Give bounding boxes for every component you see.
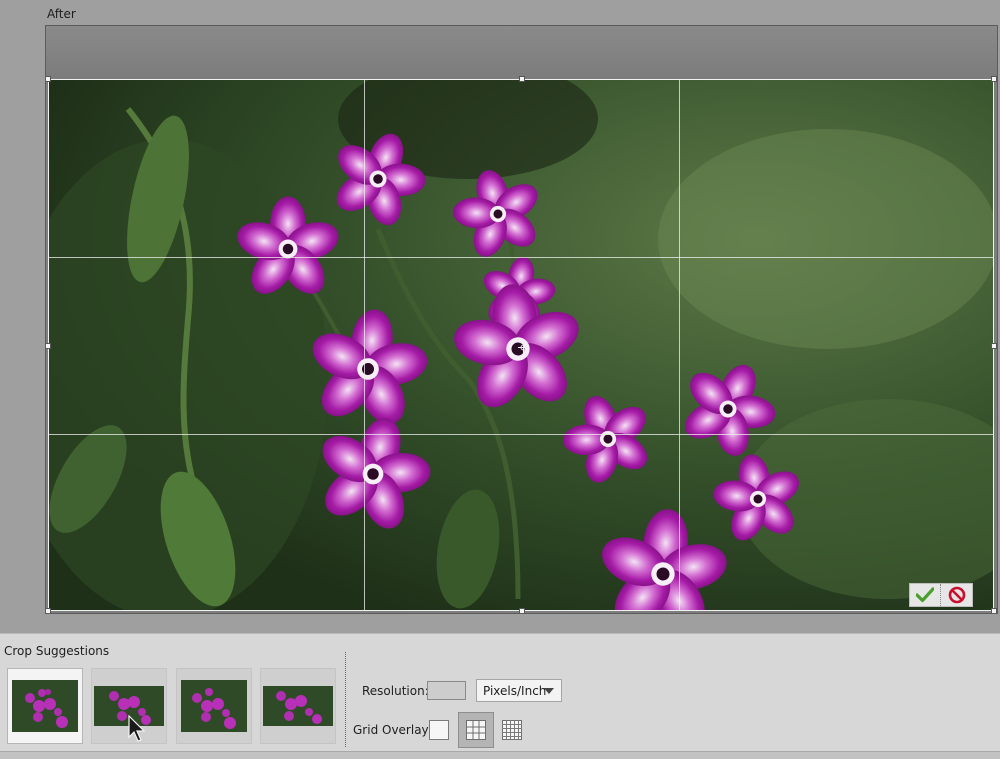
grid-line <box>364 80 365 610</box>
commit-crop-button[interactable] <box>910 584 940 606</box>
grid-line <box>679 80 680 610</box>
crop-handle-bottom-left[interactable] <box>46 608 51 613</box>
crop-commit-controls <box>909 583 973 607</box>
chevron-down-icon <box>544 688 554 694</box>
crop-handle-bottom[interactable] <box>519 608 525 613</box>
after-view-label: After <box>47 7 76 21</box>
crop-rectangle[interactable] <box>46 76 997 613</box>
crop-handle-top-left[interactable] <box>46 76 51 82</box>
cancel-crop-button[interactable] <box>942 584 972 606</box>
blank-square-icon <box>429 720 449 740</box>
crop-handle-top-right[interactable] <box>991 76 997 82</box>
crop-suggestion-4[interactable] <box>260 668 336 744</box>
cropped-out-area <box>46 26 997 78</box>
resolution-input[interactable] <box>427 681 466 700</box>
grid-fine-button[interactable] <box>494 712 530 748</box>
crop-handle-left[interactable] <box>46 343 51 349</box>
suggestion-thumbnail <box>181 680 247 732</box>
image-canvas[interactable] <box>45 25 998 614</box>
fine-grid-icon <box>502 720 522 740</box>
checkmark-icon <box>916 587 934 603</box>
crop-handle-bottom-right[interactable] <box>991 608 997 613</box>
crop-suggestion-1[interactable] <box>7 668 83 744</box>
grid-none-button[interactable] <box>421 712 457 748</box>
suggestion-thumbnail <box>12 680 78 732</box>
crop-handle-right[interactable] <box>991 343 997 349</box>
grid-thirds-button[interactable] <box>458 712 494 748</box>
crop-handle-top[interactable] <box>519 76 525 82</box>
suggestion-thumbnail <box>263 686 333 726</box>
resolution-unit-select[interactable]: Pixels/Inch <box>476 679 562 702</box>
crop-suggestion-3[interactable] <box>176 668 252 744</box>
crop-center-icon <box>518 342 529 353</box>
no-entry-icon <box>948 586 966 604</box>
mouse-pointer-icon <box>128 715 146 742</box>
grid-line <box>49 434 993 435</box>
resolution-label: Resolution: <box>362 684 429 698</box>
crop-suggestions-title: Crop Suggestions <box>4 644 110 658</box>
tool-options-panel: Crop Suggestions Resolution: Pixels/Inch… <box>0 633 1000 751</box>
grid-line <box>49 257 993 258</box>
rule-of-thirds-grid-icon <box>466 720 486 740</box>
grid-overlay-label: Grid Overlay: <box>353 723 432 737</box>
resolution-unit-value: Pixels/Inch <box>483 683 547 698</box>
panel-divider <box>345 652 346 747</box>
